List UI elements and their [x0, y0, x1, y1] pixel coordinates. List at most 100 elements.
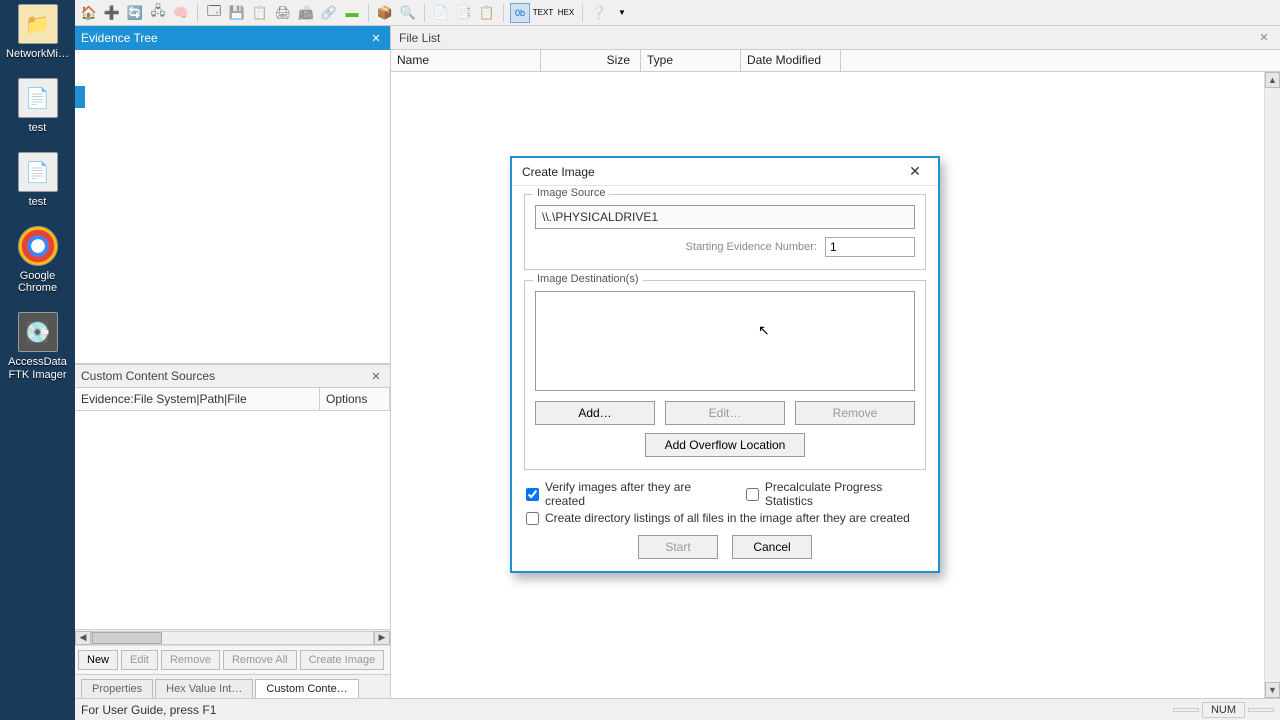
- toolbar-separator: [368, 4, 369, 22]
- desktop-label: NetworkMi…: [6, 48, 69, 60]
- status-cell: [1173, 708, 1199, 712]
- status-numlock: NUM: [1202, 702, 1245, 718]
- close-icon[interactable]: ✕: [368, 368, 384, 384]
- tb-text-icon[interactable]: TEXT: [533, 3, 553, 23]
- desktop-item-networkminer[interactable]: 📁 NetworkMi…: [3, 4, 73, 60]
- scroll-left-icon[interactable]: ◀: [75, 631, 91, 645]
- checkbox-label: Precalculate Progress Statistics: [765, 480, 924, 508]
- pane-title-label: Custom Content Sources: [81, 369, 215, 383]
- tb-search-icon[interactable]: 🔍: [398, 3, 418, 23]
- close-icon[interactable]: ✕: [368, 30, 384, 46]
- folder-icon: 📁: [18, 4, 58, 44]
- tb-hex-icon[interactable]: HEX: [556, 3, 576, 23]
- toolbar: 🏠 ➕ 🔄 🖧 🧠 🗔 💾 📋 🖨 📠 🔗 ▬ 📦 🔍 📄 📑 📋 0b TEX…: [75, 0, 1280, 26]
- desktop-item-test1[interactable]: 📄 test: [3, 78, 73, 134]
- status-bar: For User Guide, press F1 NUM: [75, 698, 1280, 720]
- tb-image-icon[interactable]: 🗔: [204, 3, 224, 23]
- toolbar-separator: [197, 4, 198, 22]
- desktop-item-chrome[interactable]: Google Chrome: [3, 226, 73, 294]
- add-overflow-button[interactable]: Add Overflow Location: [645, 433, 805, 457]
- tb-binary-icon[interactable]: 0b: [510, 3, 530, 23]
- desktop-item-ftk-imager[interactable]: 💽 AccessData FTK Imager: [3, 312, 73, 380]
- verify-images-checkbox[interactable]: [526, 488, 539, 501]
- scroll-down-icon[interactable]: ▼: [1265, 682, 1280, 698]
- column-header-type[interactable]: Type: [641, 50, 741, 71]
- horizontal-scrollbar[interactable]: ◀ ▶: [75, 629, 390, 645]
- column-header-path[interactable]: Evidence:File System|Path|File: [75, 388, 320, 410]
- evidence-tree-body[interactable]: [75, 50, 390, 364]
- tb-print-icon[interactable]: 🖨: [273, 3, 293, 23]
- file-list-title: File List ✕: [391, 26, 1280, 50]
- destination-list[interactable]: ↖: [535, 291, 915, 391]
- remove-button[interactable]: Remove: [795, 401, 915, 425]
- tb-doc-icon[interactable]: 📑: [454, 3, 474, 23]
- scroll-track[interactable]: [1266, 90, 1279, 680]
- edit-button[interactable]: Edit…: [665, 401, 785, 425]
- new-button[interactable]: New: [78, 650, 118, 670]
- add-button[interactable]: Add…: [535, 401, 655, 425]
- tb-chip-icon[interactable]: ▬: [342, 3, 362, 23]
- pane-title-label: File List: [399, 31, 440, 45]
- remove-button[interactable]: Remove: [161, 650, 220, 670]
- tab-custom-content[interactable]: Custom Conte…: [255, 679, 358, 698]
- tb-help-icon[interactable]: ❔: [589, 3, 609, 23]
- edit-button[interactable]: Edit: [121, 650, 158, 670]
- tb-dropdown-icon[interactable]: ▼: [612, 3, 632, 23]
- scroll-thumb[interactable]: [92, 632, 162, 644]
- scroll-track[interactable]: [91, 631, 374, 645]
- tb-link-icon[interactable]: 🔗: [319, 3, 339, 23]
- tab-hex-value[interactable]: Hex Value Int…: [155, 679, 253, 698]
- tb-memory-icon[interactable]: 🧠: [171, 3, 191, 23]
- column-header-date[interactable]: Date Modified: [741, 50, 841, 71]
- close-icon[interactable]: ✕: [1256, 30, 1272, 46]
- tab-properties[interactable]: Properties: [81, 679, 153, 698]
- tb-new-file-icon[interactable]: 📄: [431, 3, 451, 23]
- scroll-up-icon[interactable]: ▲: [1265, 72, 1280, 88]
- vertical-scrollbar[interactable]: ▲ ▼: [1264, 72, 1280, 698]
- tb-list-icon[interactable]: 📋: [477, 3, 497, 23]
- tb-network-icon[interactable]: 🖧: [148, 3, 168, 23]
- precalculate-checkbox[interactable]: [746, 488, 759, 501]
- evidence-selection: [75, 86, 85, 108]
- tb-fax-icon[interactable]: 📠: [296, 3, 316, 23]
- status-cell: [1248, 708, 1274, 712]
- scroll-right-icon[interactable]: ▶: [374, 631, 390, 645]
- checkbox-label: Verify images after they are created: [545, 480, 724, 508]
- pane-title-label: Evidence Tree: [81, 31, 158, 45]
- cancel-button[interactable]: Cancel: [732, 535, 812, 559]
- column-header-empty: [841, 50, 1280, 71]
- file-list-header: Name Size Type Date Modified: [391, 50, 1280, 72]
- custom-content-title: Custom Content Sources ✕: [75, 364, 390, 388]
- desktop-item-test2[interactable]: 📄 test: [3, 152, 73, 208]
- desktop-label: test: [29, 122, 47, 134]
- starting-evidence-input[interactable]: [825, 237, 915, 257]
- tb-save-icon[interactable]: 💾: [227, 3, 247, 23]
- directory-listings-checkbox[interactable]: [526, 512, 539, 525]
- dialog-titlebar[interactable]: Create Image ✕: [512, 158, 938, 186]
- column-header-size[interactable]: Size: [541, 50, 641, 71]
- tb-copy-icon[interactable]: 📋: [250, 3, 270, 23]
- tb-box-icon[interactable]: 📦: [375, 3, 395, 23]
- custom-content-panel: Custom Content Sources ✕ Evidence:File S…: [75, 364, 390, 674]
- custom-content-buttons: New Edit Remove Remove All Create Image: [75, 645, 390, 674]
- group-label: Image Source: [533, 187, 609, 199]
- image-source-group: Image Source \\.\PHYSICALDRIVE1 Starting…: [524, 194, 926, 270]
- desktop: 📁 NetworkMi… 📄 test 📄 test Google Chrome…: [0, 0, 75, 720]
- remove-all-button[interactable]: Remove All: [223, 650, 297, 670]
- image-source-value: \\.\PHYSICALDRIVE1: [535, 205, 915, 229]
- close-icon[interactable]: ✕: [902, 162, 928, 182]
- column-header-name[interactable]: Name: [391, 50, 541, 71]
- create-image-button[interactable]: Create Image: [300, 650, 385, 670]
- desktop-label: AccessData FTK Imager: [3, 356, 73, 380]
- status-text: For User Guide, press F1: [81, 703, 216, 717]
- create-image-dialog: Create Image ✕ Image Source \\.\PHYSICAL…: [510, 156, 940, 573]
- tb-add-evidence-icon[interactable]: 🏠: [79, 3, 99, 23]
- tb-add-drive-icon[interactable]: ➕: [102, 3, 122, 23]
- evidence-tree-title: Evidence Tree ✕: [75, 26, 390, 50]
- column-header-options[interactable]: Options: [320, 388, 390, 410]
- custom-content-list[interactable]: [75, 411, 390, 629]
- start-button[interactable]: Start: [638, 535, 718, 559]
- tb-refresh-icon[interactable]: 🔄: [125, 3, 145, 23]
- chrome-icon: [18, 226, 58, 266]
- starting-evidence-label: Starting Evidence Number:: [686, 241, 817, 253]
